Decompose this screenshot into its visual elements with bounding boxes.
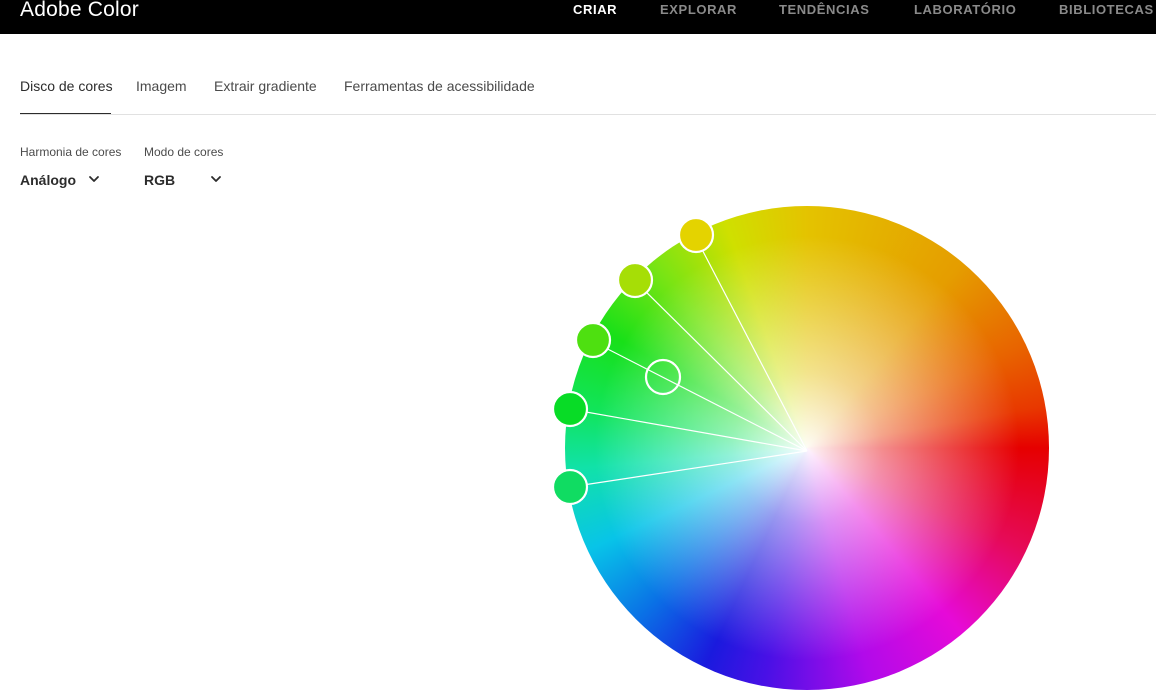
tool-tabs: Disco de cores Imagem Extrair gradiente … bbox=[20, 78, 1156, 115]
chevron-down-icon bbox=[211, 176, 221, 182]
tabs-divider bbox=[20, 114, 1156, 115]
tab-label: Extrair gradiente bbox=[214, 78, 317, 94]
tab-label: Disco de cores bbox=[20, 78, 113, 94]
color-wheel-overlay bbox=[551, 216, 808, 506]
handle-line bbox=[591, 340, 808, 452]
top-bar: Adobe Color CRIAR EXPLORAR TENDÊNCIAS LA… bbox=[0, 0, 1156, 34]
mode-value: RGB bbox=[144, 172, 176, 188]
color-handle-1[interactable] bbox=[677, 216, 715, 254]
tab-ferramentas-de-acessibilidade[interactable]: Ferramentas de acessibilidade bbox=[344, 78, 535, 94]
handle-lines bbox=[568, 235, 808, 488]
color-handle-2[interactable] bbox=[616, 261, 654, 299]
harmony-dropdown[interactable]: Análogo bbox=[20, 170, 104, 190]
tab-extrair-gradiente[interactable]: Extrair gradiente bbox=[214, 78, 317, 94]
tab-label: Imagem bbox=[136, 78, 187, 94]
nav-criar[interactable]: CRIAR bbox=[573, 2, 617, 17]
nav-explorar[interactable]: EXPLORAR bbox=[660, 2, 737, 17]
tab-imagem[interactable]: Imagem bbox=[136, 78, 187, 94]
chevron-down-icon bbox=[89, 176, 99, 182]
color-handle-5[interactable] bbox=[551, 468, 589, 506]
handle-line bbox=[694, 235, 808, 452]
tab-disco-de-cores[interactable]: Disco de cores bbox=[20, 78, 113, 115]
nav-laboratorio[interactable]: LABORATÓRIO bbox=[914, 2, 1016, 17]
color-handle-4[interactable] bbox=[551, 390, 589, 428]
app-title[interactable]: Adobe Color bbox=[20, 0, 139, 23]
harmony-label: Harmonia de cores bbox=[20, 145, 122, 159]
mode-dropdown[interactable]: RGB bbox=[144, 170, 228, 190]
color-wheel[interactable] bbox=[551, 203, 1052, 693]
tab-label: Ferramentas de acessibilidade bbox=[344, 78, 535, 94]
nav-bibliotecas[interactable]: BIBLIOTECAS bbox=[1059, 2, 1154, 17]
nav-tendencias[interactable]: TENDÊNCIAS bbox=[779, 2, 870, 17]
mode-label: Modo de cores bbox=[144, 145, 224, 159]
handle-line bbox=[569, 450, 808, 488]
color-handle-3[interactable] bbox=[574, 321, 612, 359]
harmony-value: Análogo bbox=[20, 172, 76, 188]
